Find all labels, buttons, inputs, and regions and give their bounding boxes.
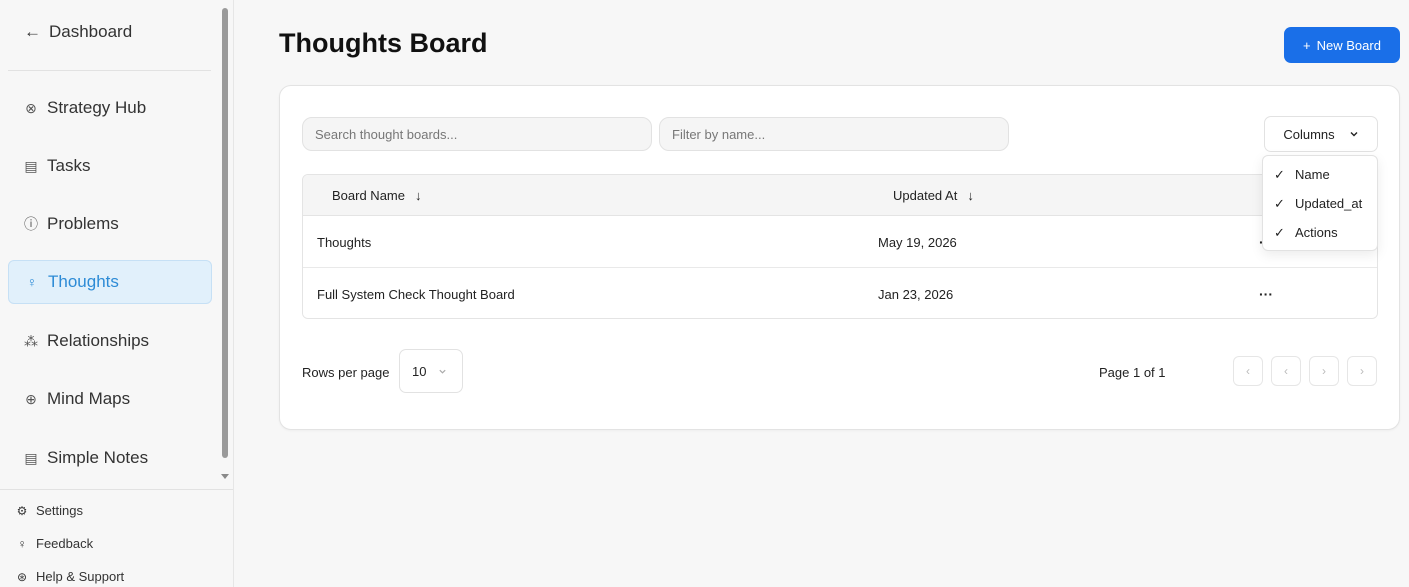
table-row[interactable]: Full System Check Thought Board Jan 23, …: [303, 268, 1377, 318]
header-label: Board Name: [332, 188, 405, 203]
back-label: Dashboard: [49, 22, 133, 41]
rows-per-page-select[interactable]: 10: [399, 349, 463, 393]
chevron-down-icon: [1349, 129, 1359, 139]
sidebar-item-problems[interactable]: ⓘ Problems: [8, 202, 212, 246]
sidebar-item-thoughts[interactable]: ♀ Thoughts: [8, 260, 212, 304]
menu-item-label: Actions: [1295, 225, 1338, 240]
column-header-updated-at[interactable]: Updated At ↓: [893, 175, 974, 216]
rows-per-page-value: 10: [412, 363, 427, 379]
plus-icon: +: [1303, 37, 1311, 53]
scrollbar-thumb[interactable]: [222, 8, 228, 458]
sidebar-settings-link[interactable]: ⚙ Settings: [16, 503, 83, 518]
board-name-cell[interactable]: Thoughts: [317, 216, 371, 268]
previous-page-button[interactable]: ‹: [1271, 356, 1301, 386]
column-header-board-name[interactable]: Board Name ↓: [332, 175, 421, 216]
board-name-cell[interactable]: Full System Check Thought Board: [317, 268, 515, 318]
row-actions-icon[interactable]: ···: [1259, 268, 1273, 318]
sidebar: ← Dashboard ⊗ Strategy Hub ▤ Tasks ⓘ Pro…: [0, 0, 234, 587]
back-to-dashboard-link[interactable]: ← Dashboard: [24, 22, 132, 42]
last-page-button[interactable]: ›: [1347, 356, 1377, 386]
columns-label: Columns: [1283, 126, 1335, 142]
network-icon: ⁂: [24, 332, 38, 349]
table-row[interactable]: Thoughts May 19, 2026 ···: [303, 216, 1377, 268]
sidebar-item-label: Relationships: [47, 331, 150, 350]
lightbulb-icon: ♀: [17, 536, 27, 551]
sidebar-item-label: Problems: [47, 214, 119, 233]
footer-label: Feedback: [36, 536, 94, 551]
sidebar-item-mind-maps[interactable]: ⊕ Mind Maps: [8, 377, 212, 421]
sidebar-item-label: Simple Notes: [47, 448, 149, 467]
gear-icon: ⚙: [16, 503, 28, 518]
sidebar-item-label: Thoughts: [48, 272, 119, 291]
columns-menu: ✓ Name ✓ Updated_at ✓ Actions: [1262, 155, 1378, 251]
strategy-icon: ⊗: [25, 99, 37, 116]
columns-menu-item-name[interactable]: ✓ Name: [1263, 160, 1377, 189]
sidebar-item-simple-notes[interactable]: ▤ Simple Notes: [8, 436, 212, 480]
lightbulb-icon: ♀: [26, 274, 38, 290]
arrow-down-icon: ↓: [967, 188, 974, 203]
chevron-down-icon: [438, 367, 447, 376]
columns-menu-item-updated-at[interactable]: ✓ Updated_at: [1263, 189, 1377, 218]
sidebar-divider: [8, 70, 211, 71]
sidebar-item-strategy-hub[interactable]: ⊗ Strategy Hub: [8, 86, 212, 130]
updated-at-cell: Jan 23, 2026: [878, 286, 954, 302]
chevron-left-icon: ‹: [1284, 364, 1288, 378]
scroll-down-icon[interactable]: [221, 474, 229, 479]
menu-item-label: Updated_at: [1295, 196, 1363, 211]
alert-circle-icon: ⓘ: [24, 216, 38, 232]
chevron-right-icon: ›: [1322, 364, 1326, 378]
search-input[interactable]: [302, 117, 652, 151]
filter-input[interactable]: [659, 117, 1009, 151]
menu-item-label: Name: [1295, 167, 1330, 182]
brain-icon: ⊕: [25, 390, 37, 407]
updated-at-cell: May 19, 2026: [878, 234, 957, 250]
footer-label: Help & Support: [36, 569, 125, 584]
chevrons-right-icon: ›: [1360, 364, 1364, 378]
sidebar-item-relationships[interactable]: ⁂ Relationships: [8, 319, 212, 363]
arrow-left-icon: ←: [24, 22, 41, 41]
chevrons-left-icon: ‹: [1246, 364, 1250, 378]
lifebuoy-icon: ⊛: [16, 569, 28, 584]
clipboard-icon: ▤: [24, 157, 38, 174]
page-title: Thoughts Board: [279, 28, 488, 58]
footer-label: Settings: [36, 503, 83, 518]
check-icon: ✓: [1274, 224, 1285, 240]
sidebar-item-label: Strategy Hub: [47, 98, 147, 117]
check-icon: ✓: [1274, 195, 1285, 211]
check-icon: ✓: [1274, 166, 1285, 182]
next-page-button[interactable]: ›: [1309, 356, 1339, 386]
new-board-label: New Board: [1316, 37, 1381, 53]
sidebar-item-label: Tasks: [47, 156, 91, 175]
boards-table: Board Name ↓ Updated At ↓ Thoughts May 1…: [302, 174, 1378, 319]
sidebar-feedback-link[interactable]: ♀ Feedback: [16, 536, 94, 551]
first-page-button[interactable]: ‹: [1233, 356, 1263, 386]
table-header: Board Name ↓ Updated At ↓: [303, 175, 1377, 216]
rows-per-page-label: Rows per page: [302, 365, 390, 380]
page-info: Page 1 of 1: [1099, 365, 1166, 380]
sidebar-item-tasks[interactable]: ▤ Tasks: [8, 144, 212, 188]
arrow-down-icon: ↓: [414, 188, 422, 203]
note-icon: ▤: [24, 449, 38, 466]
sidebar-help-link[interactable]: ⊛ Help & Support: [16, 569, 124, 584]
sidebar-scrollbar[interactable]: [220, 8, 230, 488]
sidebar-item-label: Mind Maps: [47, 389, 131, 408]
boards-card: Columns Board Name ↓ Updated At ↓ Though…: [279, 85, 1400, 430]
columns-button[interactable]: Columns: [1264, 116, 1378, 152]
columns-menu-item-actions[interactable]: ✓ Actions: [1263, 218, 1377, 247]
sidebar-footer-divider: [0, 489, 233, 490]
header-label: Updated At: [893, 188, 958, 203]
new-board-button[interactable]: + New Board: [1284, 27, 1400, 63]
